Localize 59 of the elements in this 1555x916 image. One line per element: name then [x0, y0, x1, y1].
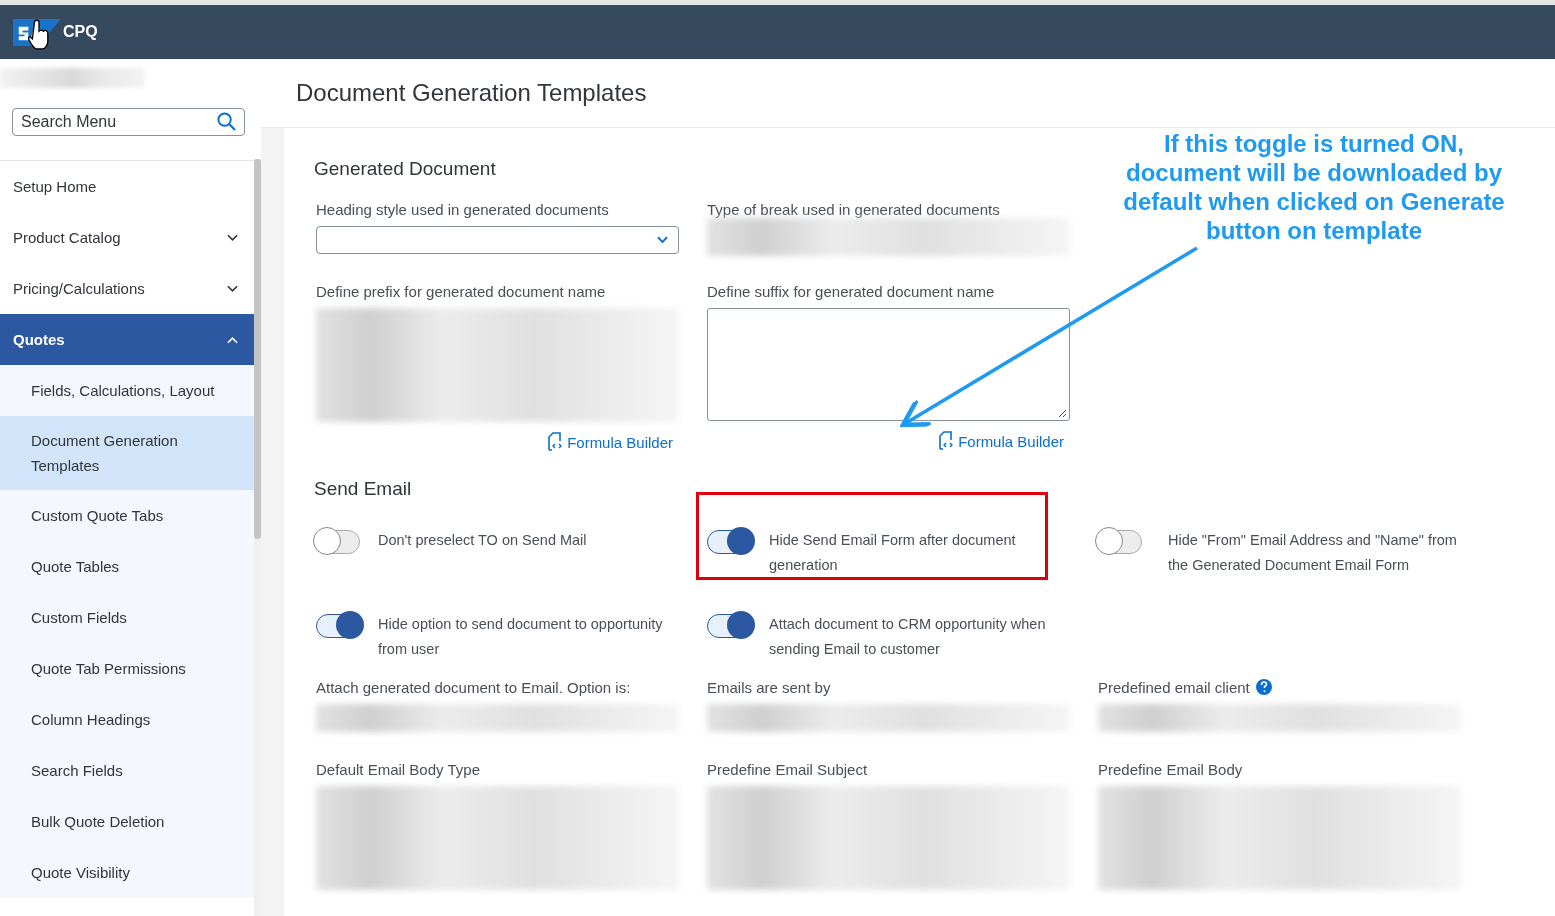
field-label: Emails are sent by: [707, 678, 831, 696]
search-field[interactable]: Search Menu: [12, 108, 245, 136]
section-title: Generated Document: [314, 158, 496, 180]
toggle-label: Hide "From" Email Address and "Name" from the Generated Document Email Form: [1168, 531, 1458, 575]
chevron-icon[interactable]: [227, 284, 238, 293]
blurred-field[interactable]: [707, 218, 1070, 256]
menu-item[interactable]: Product Catalog: [0, 212, 254, 263]
field-label: Predefine Email Subject: [707, 760, 868, 778]
field-label: Predefined email client: [1098, 678, 1250, 696]
resize-grip-icon[interactable]: [1057, 408, 1067, 418]
section-title: Send Email: [314, 478, 412, 500]
blurred-field[interactable]: [316, 786, 679, 890]
toggle-label: Hide option to send document to opportunity from user: [378, 615, 664, 659]
help-icon[interactable]: [1255, 679, 1272, 695]
blurred-field[interactable]: [316, 704, 679, 732]
submenu-item[interactable]: Document Generation Templates: [0, 416, 254, 490]
field-label: Define prefix for generated document name: [316, 282, 607, 300]
toggle-switch[interactable]: [1098, 530, 1142, 554]
submenu-item[interactable]: Search Fields: [0, 745, 254, 796]
submenu-item[interactable]: Quote Tab Permissions: [0, 643, 254, 694]
product-name: CPQ: [63, 23, 98, 41]
blurred-field[interactable]: [1098, 786, 1461, 890]
field-label: Attach generated document to Email. Option is:: [316, 678, 631, 696]
blurred-field[interactable]: [1098, 704, 1461, 732]
submenu-item[interactable]: Bulk Quote Deletion: [0, 796, 254, 847]
blurred-field[interactable]: [316, 308, 679, 422]
submenu-item[interactable]: Quote Tables: [0, 541, 254, 592]
blurred-field[interactable]: [707, 704, 1070, 732]
annotation-text: If this toggle is turned ON, document will be downloaded by default when clicked on Generate button on template: [1122, 129, 1506, 245]
submenu-item[interactable]: Quote Visibility: [0, 847, 254, 898]
document-code-icon[interactable]: [938, 431, 955, 451]
chevron-icon[interactable]: [657, 236, 668, 244]
field-label: Predefine Email Body: [1098, 760, 1243, 778]
menu-item[interactable]: Setup Home: [0, 161, 254, 212]
dropdown-field[interactable]: [316, 226, 679, 254]
toggle-label: Attach document to CRM opportunity when sending Email to customer: [769, 615, 1047, 659]
page-title: Document Generation Templates: [261, 59, 1555, 128]
submenu-item[interactable]: Column Headings: [0, 694, 254, 745]
submenu-item[interactable]: Custom Quote Tabs: [0, 490, 254, 541]
document-code-icon[interactable]: [547, 432, 564, 452]
scrollbar-thumb[interactable]: [254, 159, 261, 539]
field-label: Type of break used in generated documents: [707, 200, 1001, 218]
menu-item[interactable]: Pricing/Calculations: [0, 263, 254, 314]
formula-builder-link[interactable]: Formula Builder: [547, 432, 673, 452]
chevron-icon[interactable]: [227, 233, 238, 242]
toggle-label: Hide Send Email Form after document generation: [769, 531, 1017, 575]
blurred-field[interactable]: [707, 786, 1070, 890]
submenu-item[interactable]: Fields, Calculations, Layout: [0, 365, 254, 416]
hand-cursor-icon: [28, 19, 50, 50]
submenu-item[interactable]: Custom Fields: [0, 592, 254, 643]
menu-item[interactable]: Quotes: [0, 314, 254, 365]
text-area[interactable]: [707, 308, 1070, 421]
field-label: Default Email Body Type: [316, 760, 480, 778]
toggle-label: Don't preselect TO on Send Mail: [378, 531, 587, 550]
field-label: Define suffix for generated document name: [707, 282, 996, 300]
formula-builder-link[interactable]: Formula Builder: [938, 431, 1064, 451]
search-icon[interactable]: [217, 112, 236, 131]
field-label: Heading style used in generated documents: [316, 200, 610, 218]
toggle-switch[interactable]: [316, 530, 360, 554]
